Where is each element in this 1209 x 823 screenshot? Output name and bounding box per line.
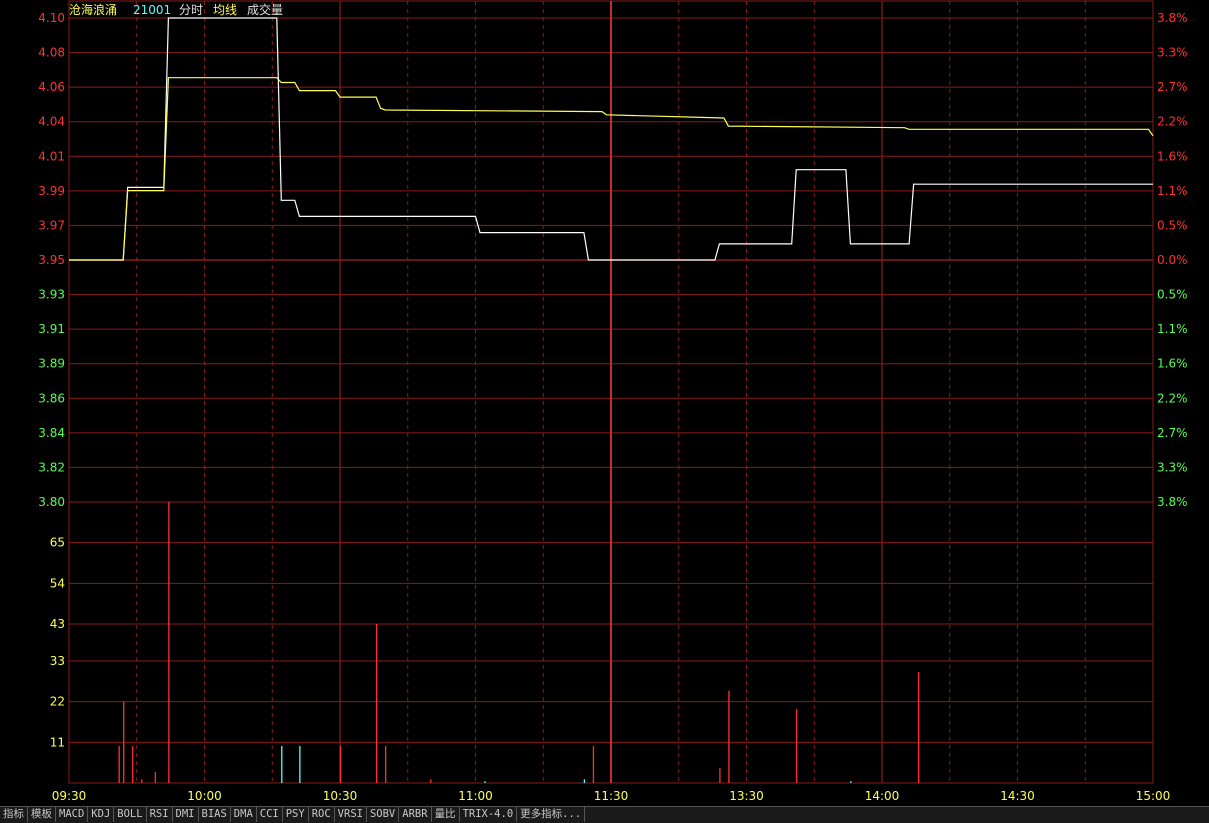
toolbar-item-5[interactable]: RSI (147, 807, 173, 822)
toolbar-item-6[interactable]: DMI (173, 807, 199, 822)
toolbar-item-15[interactable]: 量比 (432, 807, 460, 822)
toolbar-item-7[interactable]: BIAS (199, 807, 231, 822)
price-tick-label: 3.91 (38, 322, 65, 336)
price-tick-label: 4.01 (38, 149, 65, 163)
stock-name: 沧海浪涌 (69, 2, 117, 17)
time-tick-label: 13:30 (729, 789, 764, 803)
toolbar-item-8[interactable]: DMA (231, 807, 257, 822)
toolbar-item-3[interactable]: KDJ (88, 807, 115, 822)
time-tick-label: 14:00 (865, 789, 900, 803)
toolbar-item-11[interactable]: ROC (309, 807, 335, 822)
legend-avg: 均线 (213, 3, 237, 17)
price-tick-label: 3.89 (38, 357, 65, 371)
percent-tick-label: 1.6% (1157, 149, 1188, 163)
time-tick-label: 09:30 (52, 789, 87, 803)
price-tick-label: 4.06 (38, 80, 65, 94)
toolbar-item-2[interactable]: MACD (56, 807, 89, 822)
price-tick-label: 3.80 (38, 495, 65, 509)
time-tick-label: 10:30 (323, 789, 358, 803)
toolbar-item-14[interactable]: ARBR (399, 807, 432, 822)
toolbar-item-16[interactable]: TRIX-4.0 (460, 807, 518, 822)
time-tick-label: 14:30 (1000, 789, 1035, 803)
percent-tick-label: 0.5% (1157, 288, 1188, 302)
percent-tick-label: 3.8% (1157, 495, 1188, 509)
timeshare-chart[interactable]: 4.10 3.8% 4.08 3.3% 4.06 2.7% 4.04 2.2% 4.01 1.6%… (0, 0, 1209, 806)
price-tick-label: 3.82 (38, 460, 65, 474)
percent-tick-label: 1.6% (1157, 357, 1188, 371)
toolbar-item-0[interactable]: 指标 (0, 807, 28, 822)
legend-timeshare: 分时 (179, 3, 203, 17)
percent-tick-label: 3.3% (1157, 46, 1188, 60)
price-tick-label: 3.97 (38, 218, 65, 232)
percent-tick-label: 2.2% (1157, 391, 1188, 405)
price-tick-label: 4.10 (38, 11, 65, 25)
toolbar-item-17[interactable]: 更多指标... (517, 807, 586, 822)
percent-tick-label: 3.8% (1157, 11, 1188, 25)
price-tick-label: 3.86 (38, 391, 65, 405)
volume-tick-label: 33 (50, 654, 65, 668)
toolbar-item-4[interactable]: BOLL (114, 807, 147, 822)
toolbar-item-1[interactable]: 模板 (28, 807, 56, 822)
stock-code: 21001 (133, 3, 171, 17)
price-tick-label: 3.95 (38, 253, 65, 267)
volume-tick-label: 54 (50, 576, 65, 590)
percent-tick-label: 3.3% (1157, 460, 1188, 474)
indicator-toolbar: 指标 模板 MACD KDJ BOLL RSI DMI BIAS DMA CCI PSY ROC VRS… (0, 806, 1209, 823)
volume-tick-label: 43 (50, 617, 65, 631)
percent-tick-label: 1.1% (1157, 184, 1188, 198)
time-tick-label: 11:00 (458, 789, 493, 803)
legend-volume: 成交量 (247, 2, 283, 17)
price-tick-label: 3.84 (38, 426, 65, 440)
percent-tick-label: 0.5% (1157, 218, 1188, 232)
toolbar-item-12[interactable]: VRSI (335, 807, 367, 822)
time-tick-label: 15:00 (1136, 789, 1171, 803)
percent-tick-label: 2.7% (1157, 80, 1188, 94)
time-tick-label: 11:30 (594, 789, 629, 803)
volume-tick-label: 11 (50, 735, 65, 749)
volume-tick-label: 22 (50, 695, 65, 709)
time-tick-label: 10:00 (187, 789, 222, 803)
price-tick-label: 3.93 (38, 288, 65, 302)
percent-tick-label: 1.1% (1157, 322, 1188, 336)
price-tick-label: 4.08 (38, 46, 65, 60)
toolbar-item-10[interactable]: PSY (283, 807, 309, 822)
percent-tick-label: 2.7% (1157, 426, 1188, 440)
toolbar-item-13[interactable]: SOBV (367, 807, 400, 822)
price-tick-label: 3.99 (38, 184, 65, 198)
price-tick-label: 4.04 (38, 115, 65, 129)
volume-tick-label: 65 (50, 536, 65, 550)
percent-tick-label: 0.0% (1157, 253, 1188, 267)
toolbar-item-9[interactable]: CCI (257, 807, 283, 822)
percent-tick-label: 2.2% (1157, 115, 1188, 129)
